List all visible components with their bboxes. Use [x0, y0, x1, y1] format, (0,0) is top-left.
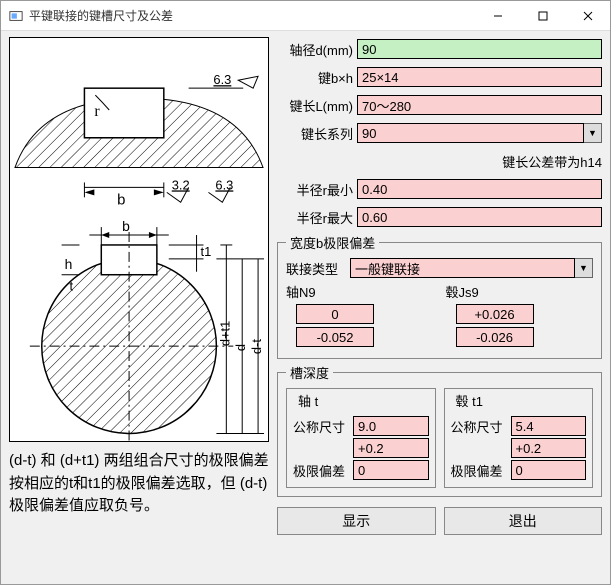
- svg-text:t: t: [70, 279, 74, 294]
- shaft-t-lower: 0: [353, 460, 429, 480]
- app-window: 平键联接的键槽尺寸及公差 r: [0, 0, 611, 585]
- svg-text:t1: t1: [201, 244, 212, 259]
- maximize-button[interactable]: [520, 1, 565, 30]
- groove-depth-group: 槽深度 轴 t 公称尺寸 9.0 +0.2 极限偏差: [277, 363, 602, 497]
- hub-t1-upper: +0.2: [511, 438, 587, 458]
- window-title: 平键联接的键槽尺寸及公差: [29, 7, 475, 24]
- r-max-label: 半径r最大: [277, 208, 353, 227]
- hub-t1-dev-label: 极限偏差: [451, 461, 507, 480]
- svg-text:6.3: 6.3: [213, 72, 231, 87]
- svg-text:d+t1: d+t1: [217, 321, 232, 346]
- svg-text:b: b: [122, 218, 130, 234]
- r-min-label: 半径r最小: [277, 180, 353, 199]
- key-length-series-combo[interactable]: 90 ▼: [357, 123, 602, 143]
- left-pane: r 6.3 3.2 6.3 b: [9, 37, 269, 576]
- key-length-series-label: 键长系列: [277, 124, 353, 143]
- chevron-down-icon[interactable]: ▼: [575, 258, 593, 278]
- svg-text:r: r: [94, 103, 100, 120]
- conn-type-label: 联接类型: [286, 259, 346, 278]
- key-length-label: 键长L(mm): [277, 96, 353, 115]
- hub-t1-lower: 0: [511, 460, 587, 480]
- keyway-diagram: r 6.3 3.2 6.3 b: [9, 37, 269, 442]
- groove-depth-legend: 槽深度: [286, 363, 333, 382]
- window-buttons: [475, 1, 610, 30]
- shaft-t-nominal: 9.0: [353, 416, 429, 436]
- shaft-t-dev-label: 极限偏差: [293, 461, 349, 480]
- r-min-value: 0.40: [357, 179, 602, 199]
- chevron-down-icon[interactable]: ▼: [584, 123, 602, 143]
- hub-js9-lower: -0.026: [456, 327, 534, 347]
- hub-t1-box: 毂 t1 公称尺寸 5.4 +0.2 极限偏差 0: [444, 388, 594, 488]
- r-max-value: 0.60: [357, 207, 602, 227]
- titlebar: 平键联接的键槽尺寸及公差: [1, 1, 610, 31]
- conn-type-value[interactable]: 一般键联接: [350, 258, 575, 278]
- svg-text:d: d: [233, 344, 248, 351]
- key-length-series-value[interactable]: 90: [357, 123, 584, 143]
- hub-js9-upper: +0.026: [456, 304, 534, 324]
- key-length-tol-note: 键长公差带为h14: [502, 152, 602, 171]
- shaft-n9-col: 轴N9 0 -0.052: [286, 282, 434, 350]
- shaft-d-label: 轴径d(mm): [277, 40, 353, 59]
- hub-t1-legend: 毂 t1: [453, 391, 486, 410]
- conn-type-combo[interactable]: 一般键联接 ▼: [350, 258, 593, 278]
- svg-text:b: b: [117, 192, 125, 208]
- hub-js9-label: 毂Js9: [446, 282, 594, 301]
- show-button[interactable]: 显示: [277, 507, 436, 535]
- key-length-value: 70～280: [357, 95, 602, 115]
- hub-js9-col: 毂Js9 +0.026 -0.026: [446, 282, 594, 350]
- hub-t1-nominal: 5.4: [511, 416, 587, 436]
- app-icon: [9, 9, 23, 23]
- shaft-n9-lower: -0.052: [296, 327, 374, 347]
- shaft-n9-label: 轴N9: [286, 282, 434, 301]
- shaft-t-box: 轴 t 公称尺寸 9.0 +0.2 极限偏差 0: [286, 388, 436, 488]
- content: r 6.3 3.2 6.3 b: [1, 31, 610, 584]
- svg-text:6.3: 6.3: [215, 177, 233, 192]
- close-button[interactable]: [565, 1, 610, 30]
- width-deviation-group: 宽度b极限偏差 联接类型 一般键联接 ▼ 轴N9 0 -0.052 毂J: [277, 233, 602, 359]
- exit-button[interactable]: 退出: [444, 507, 603, 535]
- hub-t1-nominal-label: 公称尺寸: [451, 417, 507, 436]
- shaft-t-nominal-label: 公称尺寸: [293, 417, 349, 436]
- shaft-t-legend: 轴 t: [295, 391, 321, 410]
- svg-text:h: h: [65, 256, 73, 272]
- shaft-t-upper: +0.2: [353, 438, 429, 458]
- svg-text:d-t: d-t: [249, 339, 264, 354]
- shaft-n9-upper: 0: [296, 304, 374, 324]
- width-deviation-legend: 宽度b极限偏差: [286, 233, 379, 252]
- minimize-button[interactable]: [475, 1, 520, 30]
- key-bxh-value: 25×14: [357, 67, 602, 87]
- key-bxh-label: 键b×h: [277, 68, 353, 87]
- right-pane: 轴径d(mm) 90 键b×h 25×14 键长L(mm) 70～280 键长系…: [277, 37, 602, 576]
- footnote: (d-t) 和 (d+t1) 两组组合尺寸的极限偏差按相应的t和t1的极限偏差选…: [9, 450, 269, 518]
- shaft-d-input[interactable]: 90: [357, 39, 602, 59]
